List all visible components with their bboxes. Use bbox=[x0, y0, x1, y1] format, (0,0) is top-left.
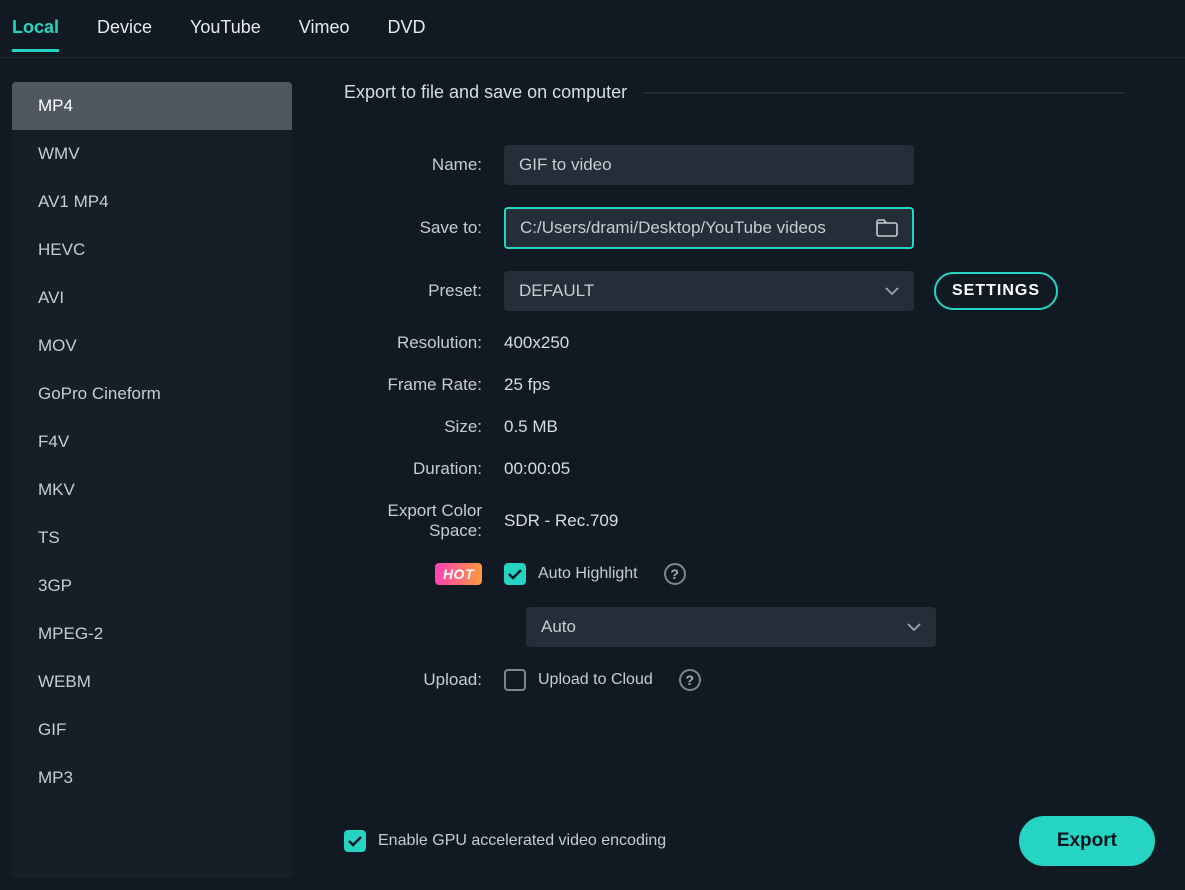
row-size: Size: 0.5 MB bbox=[344, 417, 1125, 437]
row-name: Name: bbox=[344, 145, 1125, 185]
divider bbox=[643, 92, 1125, 94]
value-color-space: SDR - Rec.709 bbox=[504, 511, 618, 531]
chevron-down-icon bbox=[885, 287, 899, 295]
label-size: Size: bbox=[344, 417, 504, 437]
tab-device[interactable]: Device bbox=[97, 17, 152, 52]
gpu-encoding-checkbox[interactable] bbox=[344, 830, 366, 852]
auto-highlight-checkbox[interactable] bbox=[504, 563, 526, 585]
label-frame-rate: Frame Rate: bbox=[344, 375, 504, 395]
tab-vimeo[interactable]: Vimeo bbox=[299, 17, 350, 52]
format-item-3gp[interactable]: 3GP bbox=[12, 562, 292, 610]
format-sidebar: MP4WMVAV1 MP4HEVCAVIMOVGoPro CineformF4V… bbox=[12, 82, 292, 878]
auto-highlight-label: Auto Highlight bbox=[538, 565, 638, 583]
value-duration: 00:00:05 bbox=[504, 459, 570, 479]
label-name: Name: bbox=[344, 155, 504, 175]
label-color-space: Export Color Space: bbox=[344, 501, 504, 541]
format-item-avi[interactable]: AVI bbox=[12, 274, 292, 322]
save-to-path-text: C:/Users/drami/Desktop/YouTube videos bbox=[520, 218, 876, 238]
row-duration: Duration: 00:00:05 bbox=[344, 459, 1125, 479]
preset-select[interactable]: DEFAULT bbox=[504, 271, 914, 311]
chevron-down-icon bbox=[907, 623, 921, 631]
name-input[interactable] bbox=[504, 145, 914, 185]
export-button[interactable]: Export bbox=[1019, 816, 1155, 866]
export-destination-tabs: Local Device YouTube Vimeo DVD bbox=[0, 0, 1185, 58]
tab-local[interactable]: Local bbox=[12, 17, 59, 52]
auto-highlight-mode-value: Auto bbox=[541, 617, 576, 637]
auto-highlight-mode-select[interactable]: Auto bbox=[526, 607, 936, 647]
row-save-to: Save to: C:/Users/drami/Desktop/YouTube … bbox=[344, 207, 1125, 249]
label-upload: Upload: bbox=[344, 670, 504, 690]
export-settings-panel: Export to file and save on computer Name… bbox=[292, 58, 1185, 890]
settings-button[interactable]: SETTINGS bbox=[934, 272, 1058, 310]
upload-to-cloud-label: Upload to Cloud bbox=[538, 671, 653, 689]
row-upload: Upload: Upload to Cloud ? bbox=[344, 669, 1125, 691]
format-item-av1-mp4[interactable]: AV1 MP4 bbox=[12, 178, 292, 226]
label-resolution: Resolution: bbox=[344, 333, 504, 353]
footer: Enable GPU accelerated video encoding Ex… bbox=[344, 816, 1155, 866]
row-preset: Preset: DEFAULT SETTINGS bbox=[344, 271, 1125, 311]
format-item-gif[interactable]: GIF bbox=[12, 706, 292, 754]
row-resolution: Resolution: 400x250 bbox=[344, 333, 1125, 353]
row-frame-rate: Frame Rate: 25 fps bbox=[344, 375, 1125, 395]
format-item-webm[interactable]: WEBM bbox=[12, 658, 292, 706]
label-save-to: Save to: bbox=[344, 218, 504, 238]
tab-youtube[interactable]: YouTube bbox=[190, 17, 261, 52]
format-item-wmv[interactable]: WMV bbox=[12, 130, 292, 178]
tab-dvd[interactable]: DVD bbox=[387, 17, 425, 52]
gpu-encoding-label: Enable GPU accelerated video encoding bbox=[378, 832, 666, 850]
format-item-hevc[interactable]: HEVC bbox=[12, 226, 292, 274]
value-size: 0.5 MB bbox=[504, 417, 558, 437]
label-duration: Duration: bbox=[344, 459, 504, 479]
format-item-mp4[interactable]: MP4 bbox=[12, 82, 292, 130]
format-item-mkv[interactable]: MKV bbox=[12, 466, 292, 514]
value-frame-rate: 25 fps bbox=[504, 375, 550, 395]
format-item-f4v[interactable]: F4V bbox=[12, 418, 292, 466]
format-item-mp3[interactable]: MP3 bbox=[12, 754, 292, 802]
main-layout: MP4WMVAV1 MP4HEVCAVIMOVGoPro CineformF4V… bbox=[0, 58, 1185, 890]
preset-value: DEFAULT bbox=[519, 281, 594, 301]
format-item-ts[interactable]: TS bbox=[12, 514, 292, 562]
row-auto-highlight: HOT Auto Highlight ? bbox=[344, 563, 1125, 585]
upload-to-cloud-checkbox[interactable] bbox=[504, 669, 526, 691]
section-title: Export to file and save on computer bbox=[344, 82, 627, 103]
format-item-mpeg-2[interactable]: MPEG-2 bbox=[12, 610, 292, 658]
row-color-space: Export Color Space: SDR - Rec.709 bbox=[344, 501, 1125, 541]
section-header: Export to file and save on computer bbox=[344, 82, 1125, 103]
hot-badge: HOT bbox=[435, 563, 482, 585]
folder-icon bbox=[876, 219, 898, 237]
save-to-path-picker[interactable]: C:/Users/drami/Desktop/YouTube videos bbox=[504, 207, 914, 249]
value-resolution: 400x250 bbox=[504, 333, 569, 353]
help-icon[interactable]: ? bbox=[679, 669, 701, 691]
label-preset: Preset: bbox=[344, 281, 504, 301]
format-item-mov[interactable]: MOV bbox=[12, 322, 292, 370]
help-icon[interactable]: ? bbox=[664, 563, 686, 585]
format-item-gopro-cineform[interactable]: GoPro Cineform bbox=[12, 370, 292, 418]
